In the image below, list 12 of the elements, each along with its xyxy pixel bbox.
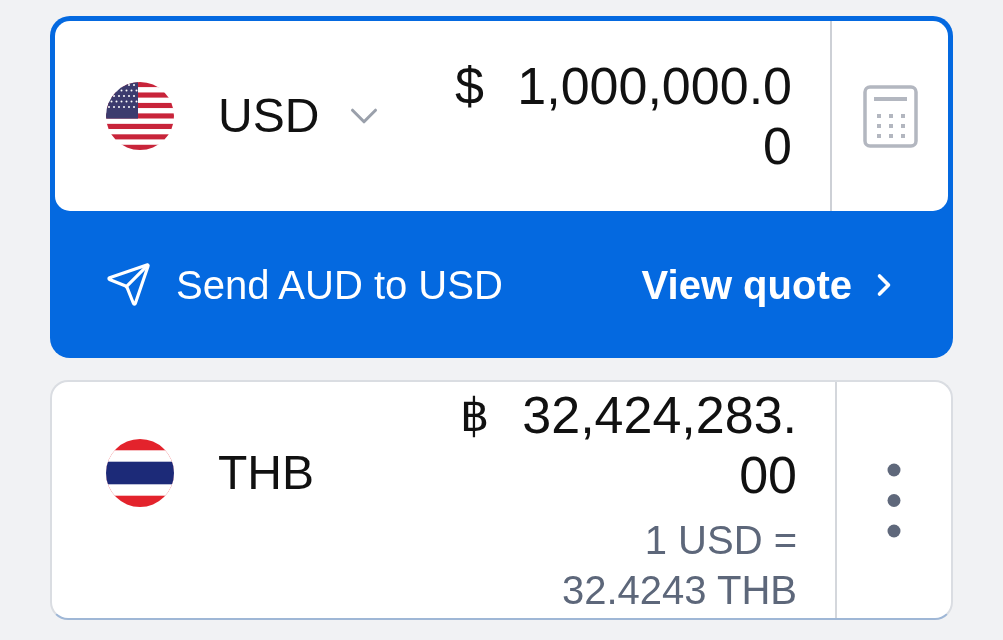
currency-symbol: ฿ (460, 388, 489, 443)
currency-code: THB (218, 449, 314, 497)
view-quote-button[interactable]: View quote (641, 264, 902, 305)
us-flag-icon (106, 82, 174, 150)
send-icon (105, 261, 152, 308)
amount-input[interactable]: 1,000,000.00 (496, 56, 792, 176)
currency-dropdown[interactable]: USD (218, 92, 388, 140)
more-options-icon[interactable] (887, 462, 901, 538)
send-banner-text: Send AUD to USD (176, 264, 503, 305)
exchange-rate-text: 1 USD = 32.4243 THB (561, 517, 797, 614)
currency-symbol: $ (455, 56, 484, 116)
converted-amount: 32,424,283.00 (521, 385, 797, 505)
